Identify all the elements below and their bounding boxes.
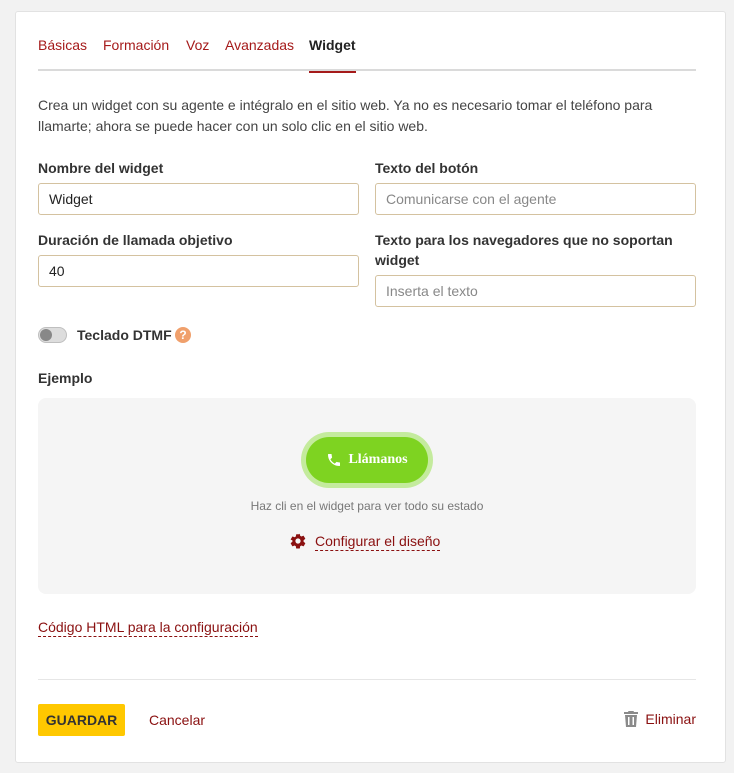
tab-bar: Básicas Formación Voz Avanzadas Widget: [38, 12, 696, 73]
unsupported-text-input[interactable]: [375, 275, 696, 307]
example-preview: Llámanos Haz cli en el widget para ver t…: [38, 398, 696, 594]
trash-icon: [624, 711, 639, 727]
tab-voz[interactable]: Voz: [186, 37, 209, 71]
delete-button[interactable]: Eliminar: [624, 710, 696, 728]
call-duration-label: Duración de llamada objetivo: [38, 232, 233, 248]
tab-basicas[interactable]: Básicas: [38, 37, 87, 71]
dtmf-label: Teclado DTMF: [77, 327, 172, 343]
tab-widget[interactable]: Widget: [309, 37, 356, 73]
configure-design-label: Configurar el diseño: [315, 532, 441, 551]
save-button[interactable]: GUARDAR: [38, 704, 125, 736]
toggle-knob: [40, 329, 52, 341]
widget-hint: Haz cli en el widget para ver todo su es…: [250, 499, 484, 513]
phone-icon: [328, 454, 341, 466]
widget-settings-card: Básicas Formación Voz Avanzadas Widget C…: [15, 11, 726, 763]
unsupported-text-label: Texto para los navegadores que no soport…: [375, 232, 673, 268]
call-duration-input[interactable]: [38, 255, 359, 287]
widget-name-label: Nombre del widget: [38, 160, 164, 176]
widget-name-input[interactable]: [38, 183, 359, 215]
call-button-ring: Llámanos: [301, 432, 433, 488]
call-button-label: Llámanos: [348, 452, 408, 467]
gear-icon: [290, 533, 306, 549]
dtmf-toggle[interactable]: [38, 327, 67, 343]
button-text-input[interactable]: [375, 183, 696, 215]
cancel-button[interactable]: Cancelar: [149, 711, 205, 729]
configure-design-link[interactable]: Configurar el diseño: [289, 530, 441, 552]
tab-avanzadas[interactable]: Avanzadas: [225, 37, 294, 71]
example-title: Ejemplo: [38, 370, 93, 386]
html-code-link[interactable]: Código HTML para la configuración: [38, 618, 258, 637]
tab-formacion[interactable]: Formación: [103, 37, 169, 71]
widget-description: Crea un widget con su agente e intégralo…: [38, 97, 653, 134]
help-icon[interactable]: ?: [175, 327, 191, 343]
footer-divider: [38, 679, 696, 680]
call-widget-button[interactable]: Llámanos: [306, 437, 428, 483]
button-text-label: Texto del botón: [375, 160, 479, 176]
delete-label: Eliminar: [645, 711, 696, 727]
